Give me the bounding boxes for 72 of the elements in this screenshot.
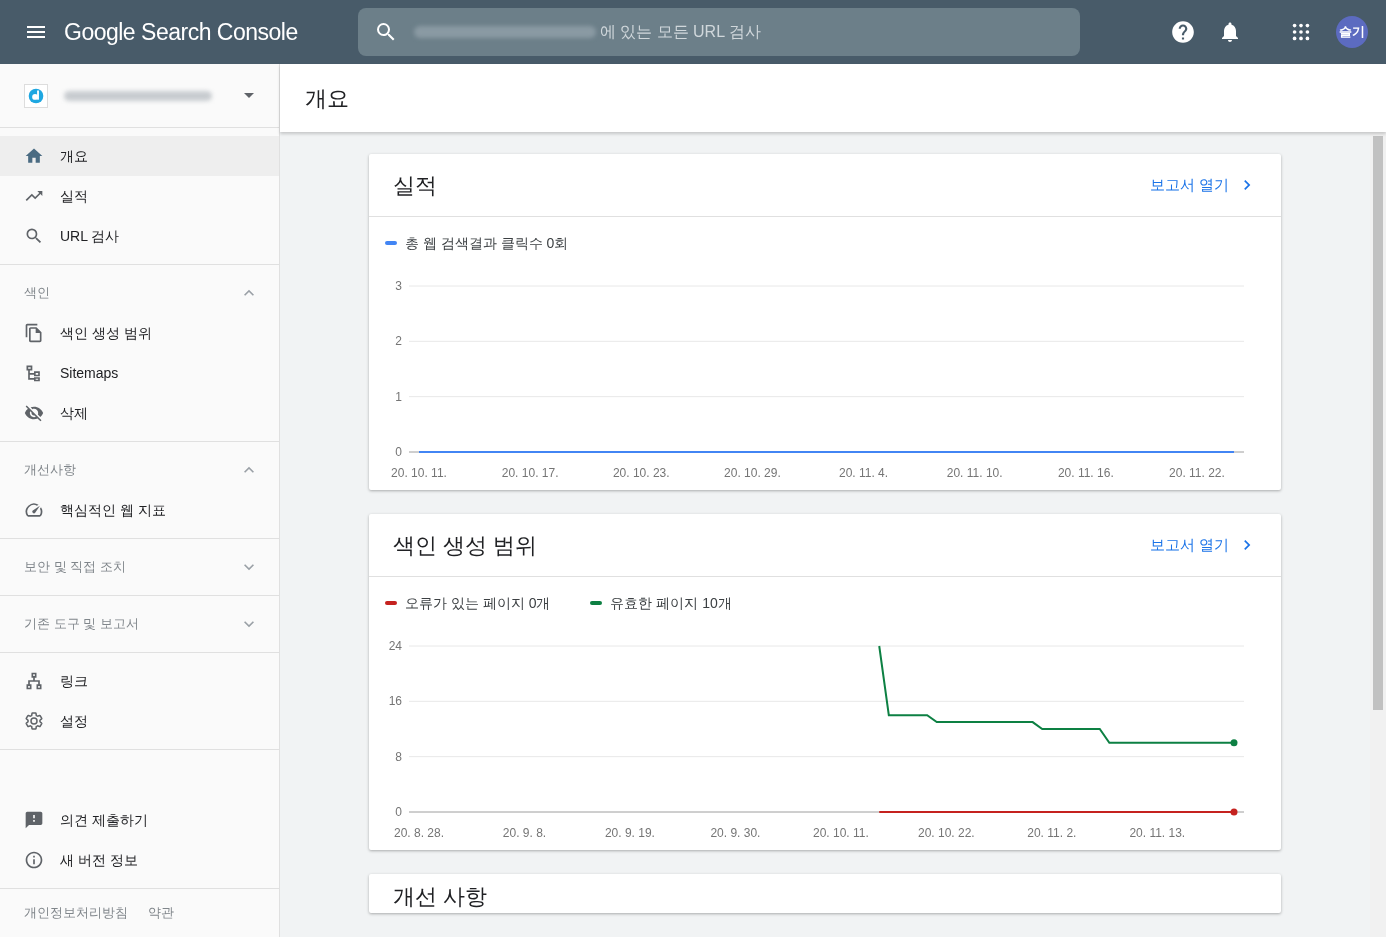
help-icon [1170,19,1196,45]
x-tick-label: 20. 10. 11. [812,826,869,840]
nav-item[interactable]: 핵심적인 웹 지표 [0,490,279,530]
copy-icon [24,323,44,343]
nav-item[interactable]: 의견 제출하기 [0,800,279,840]
nav-item[interactable]: Sitemaps [0,353,279,393]
y-tick-label: 0 [395,445,402,459]
x-tick-label: 20. 10. 11. [391,466,447,480]
y-tick-label: 16 [388,694,402,709]
y-tick-label: 1 [395,389,402,404]
card-title: 색인 생성 범위 [393,531,538,560]
open-report-link[interactable]: 보고서 열기 [1149,173,1257,197]
nav-item[interactable]: 설정 [0,701,279,741]
search-input[interactable]: 에 있는 모든 URL 검사 [597,19,1080,45]
x-tick-label: 20. 10. 23. [612,466,670,480]
x-tick-label: 20. 11. 4. [838,466,889,480]
legend-label: 총 웹 검색결과 클릭수 0회 [405,233,569,253]
x-tick-label: 20. 11. 16. [1057,466,1114,480]
search-bar[interactable]: 에 있는 모든 URL 검사 [357,8,1080,56]
x-tick-label: 20. 11. 22. [1169,466,1225,480]
x-tick-label: 20. 8. 28. [394,826,444,840]
x-tick-label: 20. 9. 19. [604,826,655,840]
home-icon [24,146,44,166]
page-title: 개요 [305,84,349,113]
x-tick-label: 20. 10. 29. [724,466,781,480]
eye-off-icon [24,403,44,423]
x-tick-label: 20. 11. 13. [1129,826,1186,840]
x-tick-label: 20. 11. 10. [946,466,1003,480]
x-tick-label: 20. 11. 2. [1027,826,1077,840]
gauge-icon [24,500,44,520]
network-icon [24,671,44,691]
footer-link[interactable]: 약관 [148,903,174,923]
account-avatar[interactable]: 슬기 [1336,16,1368,48]
footer-link[interactable]: 개인정보처리방침 [24,903,128,923]
nav-item[interactable]: 개요 [0,136,279,176]
search-icon [24,226,44,246]
card-title: 실적 [393,171,437,200]
nav-item[interactable]: 실적 [0,176,279,216]
dropdown-caret-icon [244,93,254,98]
help-button[interactable] [1170,19,1196,45]
scrollbar-thumb[interactable] [1373,136,1383,710]
end-point-marker [1230,808,1238,816]
feedback-icon [24,810,44,830]
nav-item[interactable]: 삭제 [0,393,279,433]
y-tick-label: 24 [388,639,402,653]
nav-item[interactable]: 색인 생성 범위 [0,313,279,353]
x-tick-label: 20. 9. 30. [710,826,761,840]
nav-item[interactable]: 링크 [0,661,279,701]
section-header[interactable]: 색인 [0,273,279,313]
apps-icon [1290,21,1312,43]
section-header[interactable]: 개선사항 [0,450,279,490]
x-tick-label: 20. 10. 22. [918,826,975,840]
nav-item[interactable]: URL 검사 [0,216,279,256]
end-point-marker [1230,739,1238,747]
y-tick-label: 3 [395,279,402,293]
y-tick-label: 0 [395,805,402,819]
legend-label: 오류가 있는 페이지 0개 [405,593,551,613]
site-favicon [24,83,48,108]
y-tick-label: 8 [395,749,402,764]
info-icon [24,850,44,870]
x-tick-label: 20. 10. 17. [501,466,559,480]
open-report-link[interactable]: 보고서 열기 [1149,533,1257,557]
product-logo[interactable]: Google Search Console [64,14,298,50]
section-header[interactable]: 기존 도구 및 보고서 [0,604,279,644]
y-tick-label: 2 [395,334,402,349]
apps-button[interactable] [1290,21,1312,43]
settings-icon [24,711,44,731]
nav-item[interactable]: 새 버전 정보 [0,840,279,880]
card-title: 개선 사항 [393,883,488,911]
x-tick-label: 20. 9. 8. [502,826,547,840]
legend-label: 유효한 페이지 10개 [610,593,732,613]
section-header[interactable]: 보안 및 직접 조치 [0,547,279,587]
